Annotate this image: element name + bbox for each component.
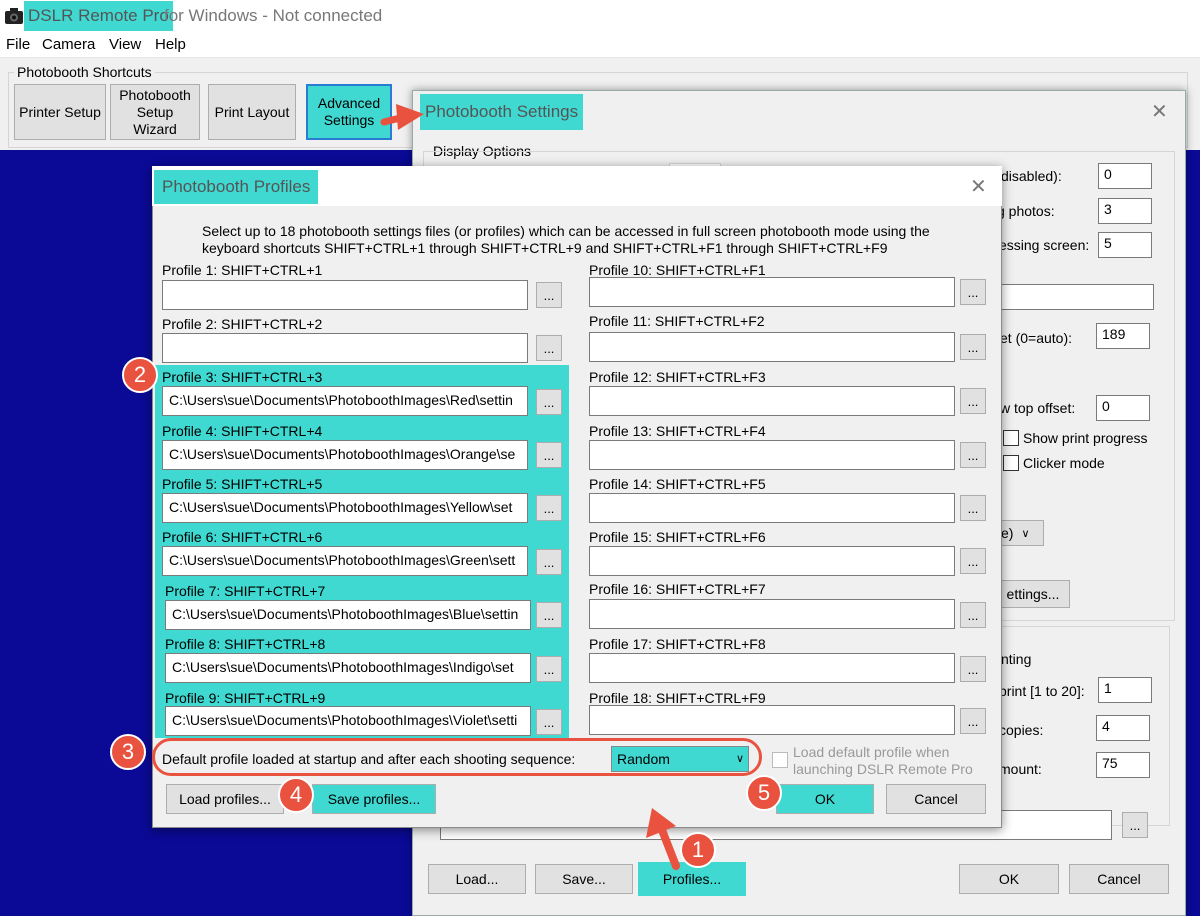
step-badge-4: 4 [278,777,314,813]
arrow-to-profiles-dialog [658,826,680,870]
step-badge-1: 1 [680,832,716,868]
step-badge-2: 2 [122,357,158,393]
arrow-head-settings [396,104,424,130]
step-badge-3: 3 [110,734,146,770]
step-badge-5: 5 [746,775,782,811]
annotation-arrows [380,104,680,870]
